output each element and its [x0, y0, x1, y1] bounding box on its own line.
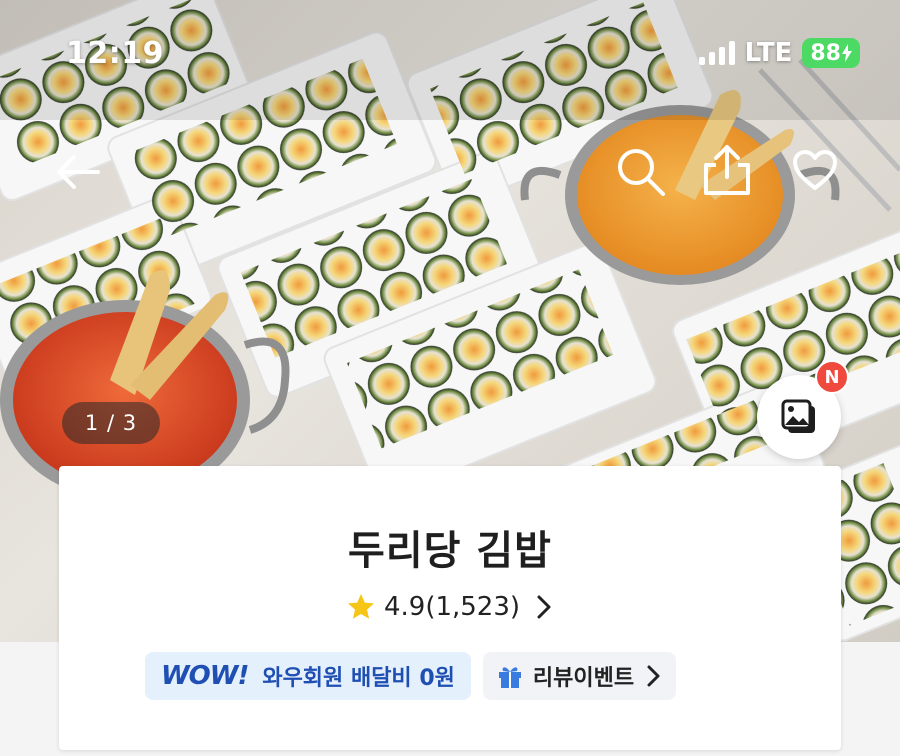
star-icon [347, 594, 374, 619]
store-info-card: 두리당 김밥 4.9 (1,523) WOW! 와우회원 배달비 0원 리뷰이벤트 [59, 466, 841, 750]
chevron-right-icon [537, 595, 551, 619]
review-event-text: 리뷰이벤트 [532, 666, 635, 691]
signal-icon [698, 41, 735, 65]
charging-icon [842, 44, 852, 62]
battery-level: 88 [810, 40, 841, 66]
back-button[interactable] [54, 152, 100, 192]
wow-delivery-text: 와우회원 배달비 0원 [262, 666, 455, 691]
chevron-right-icon [647, 665, 660, 687]
new-badge: N [815, 360, 849, 394]
status-time: 12:19 [66, 36, 164, 71]
search-button[interactable] [615, 146, 667, 198]
image-counter: 1 / 3 [62, 402, 160, 444]
share-icon [704, 145, 750, 195]
rating-link[interactable]: 4.9 (1,523) [59, 592, 841, 622]
review-event-chip[interactable]: 리뷰이벤트 [482, 652, 677, 700]
photo-gallery-icon [781, 399, 815, 433]
status-indicators: LTE 88 [698, 38, 860, 68]
wow-delivery-chip[interactable]: WOW! 와우회원 배달비 0원 [145, 652, 471, 700]
search-icon [618, 149, 665, 196]
battery-indicator: 88 [802, 38, 860, 68]
wow-logo: WOW! [161, 661, 249, 691]
network-type: LTE [744, 38, 793, 68]
store-name: 두리당 김밥 [348, 528, 552, 574]
rating-value: 4.9 [383, 592, 426, 622]
review-count: (1,523) [425, 592, 521, 622]
arrow-left-icon [57, 155, 100, 189]
share-button[interactable] [702, 143, 752, 197]
favorite-button[interactable] [792, 150, 838, 192]
gift-icon [498, 667, 521, 688]
heart-icon [793, 150, 837, 190]
benefit-chips: WOW! 와우회원 배달비 0원 리뷰이벤트 [145, 652, 677, 700]
